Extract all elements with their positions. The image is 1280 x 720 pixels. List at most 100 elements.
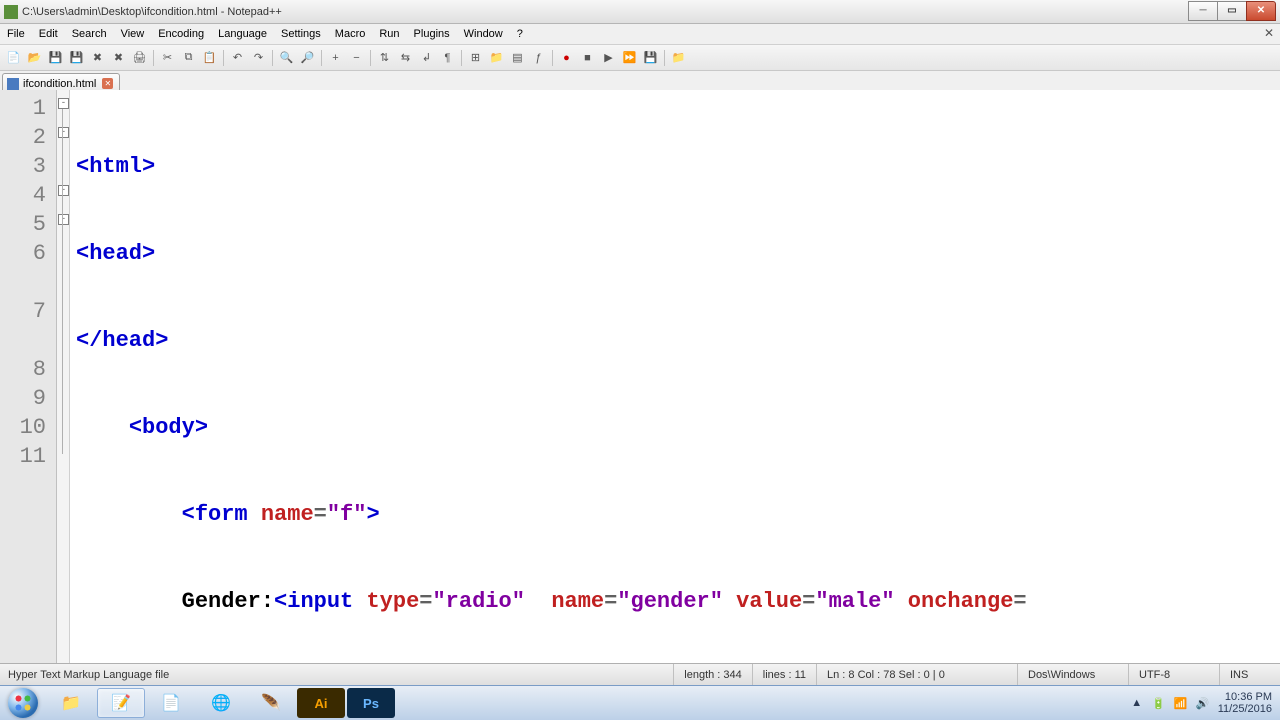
fold-margin[interactable]: - - - - (57, 90, 70, 664)
zoom-out-icon[interactable]: − (347, 48, 366, 67)
show-all-icon[interactable]: ¶ (438, 48, 457, 67)
code-line[interactable]: <head> (70, 239, 1280, 268)
title-bar: C:\Users\admin\Desktop\ifcondition.html … (0, 0, 1280, 24)
close-button[interactable]: ✕ (1246, 1, 1276, 21)
line-number: 8 (0, 355, 56, 384)
taskbar-illustrator-icon[interactable]: Ai (297, 688, 345, 718)
line-number: 11 (0, 442, 56, 471)
menu-encoding[interactable]: Encoding (151, 25, 211, 43)
start-button[interactable] (0, 686, 46, 720)
paste-icon[interactable]: 📋 (200, 48, 219, 67)
code-line[interactable]: </head> (70, 326, 1280, 355)
code-area[interactable]: <html> <head> </head> <body> <form name=… (70, 90, 1280, 664)
play-multi-icon[interactable]: ⏩ (620, 48, 639, 67)
menu-macro[interactable]: Macro (328, 25, 373, 43)
status-eol[interactable]: Dos\Windows (1017, 664, 1128, 686)
close-all-icon[interactable]: ✖ (109, 48, 128, 67)
line-number-gutter: 1 2 3 4 5 6 7 8 9 10 11 (0, 90, 57, 664)
save-icon[interactable]: 💾 (46, 48, 65, 67)
line-number: 4 (0, 181, 56, 210)
save-all-icon[interactable]: 💾 (67, 48, 86, 67)
fold-box-icon[interactable]: - (58, 98, 69, 109)
line-number: 1 (0, 94, 56, 123)
folder-icon[interactable]: 📁 (487, 48, 506, 67)
tab-close-icon[interactable]: ✕ (102, 78, 113, 89)
taskbar-explorer-icon[interactable]: 📁 (47, 688, 95, 718)
wrap-icon[interactable]: ↲ (417, 48, 436, 67)
play-icon[interactable]: ▶ (599, 48, 618, 67)
undo-icon[interactable]: ↶ (228, 48, 247, 67)
minimize-button[interactable]: ─ (1188, 1, 1218, 21)
record-icon[interactable]: ● (557, 48, 576, 67)
tray-battery-icon[interactable]: 🔋 (1152, 696, 1166, 710)
tray-volume-icon[interactable]: 🔊 (1196, 696, 1210, 710)
taskbar-chrome-icon[interactable]: 🌐 (197, 688, 245, 718)
doc-map-icon[interactable]: ▤ (508, 48, 527, 67)
maximize-button[interactable]: ▭ (1217, 1, 1247, 21)
menu-search[interactable]: Search (65, 25, 114, 43)
file-icon (7, 78, 19, 90)
tray-time: 10:36 PM (1218, 691, 1272, 703)
save-macro-icon[interactable]: 💾 (641, 48, 660, 67)
tray-date: 11/25/2016 (1218, 703, 1272, 715)
tray-network-icon[interactable]: 📶 (1174, 696, 1188, 710)
system-tray[interactable]: ▲ 🔋 📶 🔊 10:36 PM 11/25/2016 (1130, 691, 1280, 715)
replace-icon[interactable]: 🔎 (298, 48, 317, 67)
fold-box-icon[interactable]: - (58, 127, 69, 138)
cut-icon[interactable]: ✂ (158, 48, 177, 67)
print-icon[interactable]: 🖨 (130, 48, 149, 67)
toolbar-sep (153, 50, 154, 66)
editor[interactable]: 1 2 3 4 5 6 7 8 9 10 11 - - - - <html> <… (0, 90, 1280, 664)
code-line[interactable]: <html> (70, 152, 1280, 181)
taskbar-photoshop-icon[interactable]: Ps (347, 688, 395, 718)
status-encoding[interactable]: UTF-8 (1128, 664, 1219, 686)
toolbar-sep (664, 50, 665, 66)
line-number: 9 (0, 384, 56, 413)
open-file-icon[interactable]: 📂 (25, 48, 44, 67)
menu-plugins[interactable]: Plugins (407, 25, 457, 43)
stop-icon[interactable]: ■ (578, 48, 597, 67)
fold-line (62, 109, 63, 454)
fold-box-icon[interactable]: - (58, 185, 69, 196)
fold-box-icon[interactable]: - (58, 214, 69, 225)
indent-guide-icon[interactable]: ⊞ (466, 48, 485, 67)
func-list-icon[interactable]: ƒ (529, 48, 548, 67)
taskbar-notepadpp-icon[interactable]: 📝 (97, 688, 145, 718)
tray-up-icon[interactable]: ▲ (1130, 696, 1144, 710)
menu-view[interactable]: View (114, 25, 152, 43)
line-number: 6 (0, 239, 56, 297)
explorer-icon[interactable]: 📁 (669, 48, 688, 67)
toolbar-sep (552, 50, 553, 66)
menu-help[interactable]: ? (510, 25, 530, 43)
menu-bar: File Edit Search View Encoding Language … (0, 24, 1280, 45)
toolbar-sep (321, 50, 322, 66)
taskbar[interactable]: 📁 📝 📄 🌐 🪶 Ai Ps ▲ 🔋 📶 🔊 10:36 PM 11/25/2… (0, 685, 1280, 720)
sync-h-icon[interactable]: ⇆ (396, 48, 415, 67)
menu-run[interactable]: Run (372, 25, 406, 43)
line-number: 7 (0, 297, 56, 355)
menu-language[interactable]: Language (211, 25, 274, 43)
menu-window[interactable]: Window (457, 25, 510, 43)
redo-icon[interactable]: ↷ (249, 48, 268, 67)
status-mode[interactable]: INS (1219, 664, 1280, 686)
line-number: 10 (0, 413, 56, 442)
tray-clock[interactable]: 10:36 PM 11/25/2016 (1218, 691, 1272, 715)
mdi-close-icon[interactable]: ✕ (1264, 26, 1274, 40)
menu-file[interactable]: File (0, 25, 32, 43)
status-position: Ln : 8 Col : 78 Sel : 0 | 0 (816, 664, 1017, 686)
new-file-icon[interactable]: 📄 (4, 48, 23, 67)
sync-v-icon[interactable]: ⇅ (375, 48, 394, 67)
taskbar-feather-icon[interactable]: 🪶 (247, 688, 295, 718)
menu-settings[interactable]: Settings (274, 25, 328, 43)
find-icon[interactable]: 🔍 (277, 48, 296, 67)
taskbar-notepad-icon[interactable]: 📄 (147, 688, 195, 718)
code-line[interactable]: Gender:<input type="radio" name="gender"… (70, 587, 1280, 616)
close-file-icon[interactable]: ✖ (88, 48, 107, 67)
menu-edit[interactable]: Edit (32, 25, 65, 43)
copy-icon[interactable]: ⧉ (179, 48, 198, 67)
status-language: Hyper Text Markup Language file (0, 664, 179, 686)
zoom-in-icon[interactable]: + (326, 48, 345, 67)
code-line[interactable]: <body> (70, 413, 1280, 442)
toolbar-sep (370, 50, 371, 66)
code-line[interactable]: <form name="f"> (70, 500, 1280, 529)
